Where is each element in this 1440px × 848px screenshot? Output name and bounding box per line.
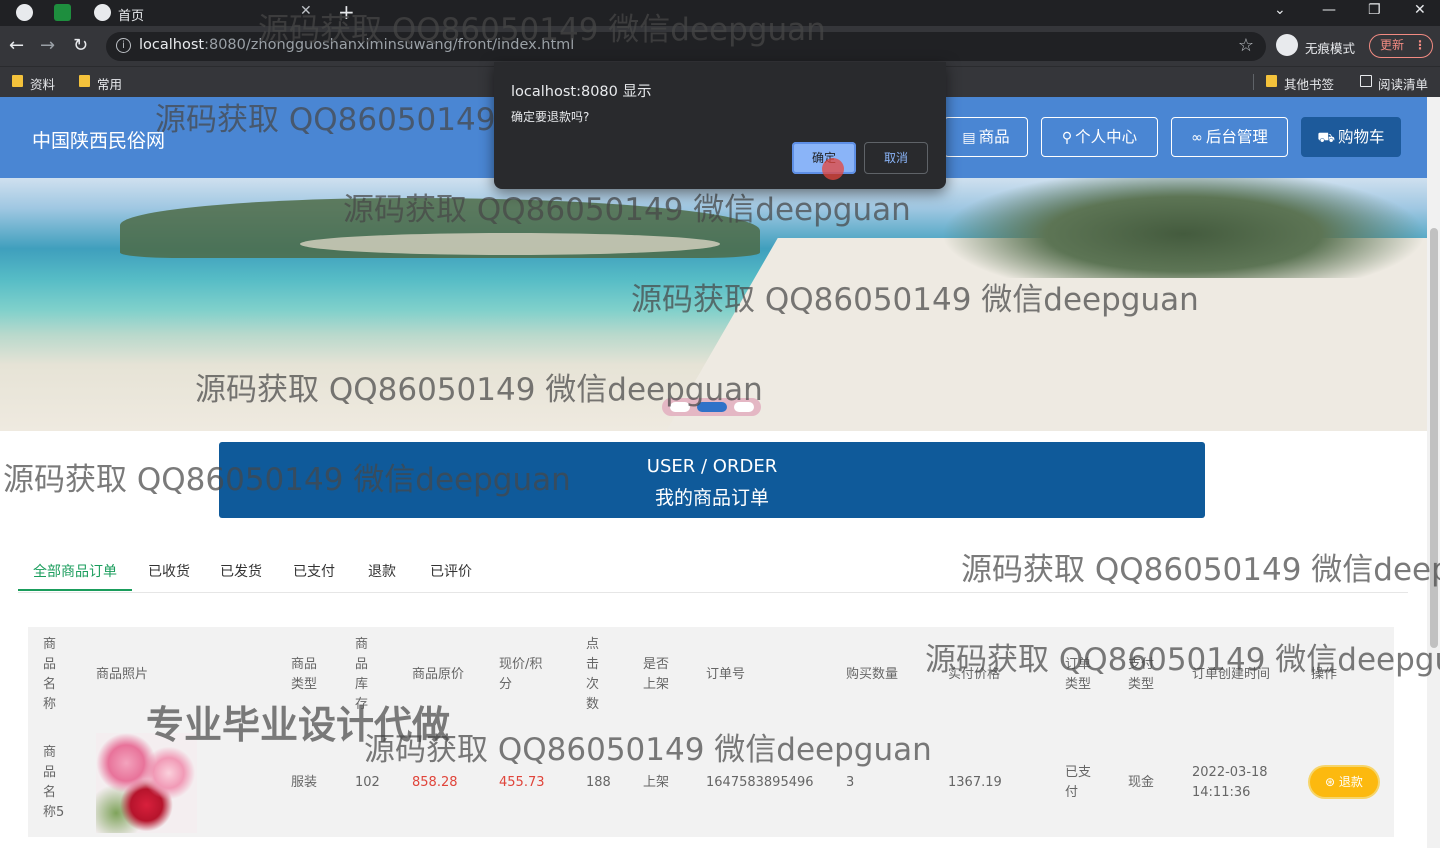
cell-stock: 102	[355, 775, 380, 790]
th-created: 订单创建时间	[1192, 667, 1271, 682]
cell-paid: 1367.19	[948, 775, 1002, 790]
refund-icon: ⊛	[1325, 775, 1339, 789]
reload-icon[interactable]: ↻	[73, 35, 88, 56]
address-bar[interactable]: i localhost:8080/zhongguoshanximinsuwang…	[106, 32, 1266, 61]
th-type: 商品类型	[291, 657, 318, 692]
cell-clicks: 188	[586, 775, 611, 790]
nav-admin-button[interactable]: ∞ 后台管理	[1171, 117, 1288, 157]
other-bookmarks[interactable]: 其他书签	[1266, 74, 1334, 93]
tab-search-icon[interactable]: ⌄	[1274, 2, 1286, 18]
order-section-banner: USER / ORDER 我的商品订单	[219, 442, 1205, 518]
browser-logo-icon[interactable]	[16, 4, 33, 21]
new-tab-icon[interactable]: +	[338, 0, 355, 24]
bookmark-folder[interactable]: 常用	[79, 74, 122, 93]
cell-order-type: 已支付	[1065, 765, 1092, 800]
banner-shore	[300, 233, 720, 255]
nav-goods-button[interactable]: ▤ 商品	[944, 117, 1028, 157]
th-order-no: 订单号	[706, 667, 746, 682]
th-photo: 商品照片	[96, 667, 149, 682]
url-text[interactable]: localhost:8080/zhongguoshanximinsuwang/f…	[139, 37, 574, 53]
forward-icon[interactable]: →	[40, 35, 55, 56]
th-name: 商品名称	[43, 637, 57, 712]
th-pay-type: 支付类型	[1128, 657, 1155, 692]
carousel-dot[interactable]	[734, 402, 754, 412]
tab-all-orders[interactable]: 全部商品订单	[33, 561, 117, 581]
cell-order-no: 1647583895496	[706, 775, 814, 790]
cell-on-shelf: 上架	[643, 775, 670, 790]
tab-close-icon[interactable]: ✕	[300, 3, 312, 19]
carousel-dot[interactable]	[670, 402, 690, 412]
dialog-title: localhost:8080 显示	[511, 84, 652, 100]
dialog-message: 确定要退款吗?	[511, 110, 590, 124]
carousel-indicator	[662, 398, 761, 416]
link-icon: ∞	[1191, 130, 1203, 146]
th-paid: 实付价格	[948, 667, 1001, 682]
bookmark-folder[interactable]: 资料	[12, 74, 55, 93]
th-action: 操作	[1311, 667, 1338, 682]
cart-icon: ⛟	[1317, 130, 1336, 146]
tab-shipped[interactable]: 已发货	[220, 561, 262, 581]
page-scrollbar-thumb[interactable]	[1430, 228, 1438, 648]
th-price: 现价/积分	[499, 657, 543, 692]
browser-toolbar: ← → ↻ i localhost:8080/zhongguoshanximin…	[0, 26, 1440, 66]
cell-quantity: 3	[846, 775, 855, 790]
bookmark-star-icon[interactable]: ☆	[1238, 35, 1254, 56]
dialog-cancel-button[interactable]: 取消	[864, 142, 928, 174]
confirm-dialog: localhost:8080 显示 确定要退款吗? 确定 取消	[494, 62, 946, 189]
refund-button[interactable]: ⊛ 退款	[1310, 767, 1378, 797]
incognito-label: 无痕模式	[1305, 41, 1356, 56]
cell-price: 455.73	[499, 775, 545, 790]
minimize-icon[interactable]: —	[1322, 2, 1336, 18]
tab-active-underline	[18, 589, 132, 591]
cell-type: 服装	[291, 775, 318, 790]
banner-palms	[940, 178, 1427, 278]
th-original-price: 商品原价	[412, 667, 465, 682]
update-button[interactable]: 更新 ⋮	[1369, 34, 1433, 58]
incognito-icon	[1276, 34, 1298, 56]
user-icon: ⚲	[1061, 130, 1073, 146]
tab-title[interactable]: 首页	[118, 5, 144, 24]
nav-user-center-button[interactable]: ⚲ 个人中心	[1041, 117, 1158, 157]
restore-icon[interactable]: ❐	[1368, 2, 1381, 18]
carousel-dot-active[interactable]	[697, 402, 727, 412]
tab-received[interactable]: 已收货	[148, 561, 190, 581]
site-title[interactable]: 中国陕西民俗网	[32, 126, 165, 153]
order-banner-cn: 我的商品订单	[654, 487, 769, 509]
bookmarks-separator	[1253, 74, 1254, 90]
back-icon[interactable]: ←	[9, 35, 24, 56]
browser-tabbar: 首页 ✕ + ⌄ — ❐ ✕	[0, 0, 1440, 26]
menu-dots-icon[interactable]: ⋮	[1414, 35, 1426, 56]
th-order-type: 订单类型	[1065, 657, 1092, 692]
tab-paid[interactable]: 已支付	[293, 561, 335, 581]
tab-refund[interactable]: 退款	[368, 561, 396, 581]
cell-pay-type: 现金	[1128, 775, 1155, 790]
watermark-big: 专业毕业设计代做	[146, 703, 451, 747]
cell-original-price: 858.28	[412, 775, 458, 790]
cell-created-time: 14:11:36	[1192, 785, 1251, 800]
th-clicks: 点击次数	[586, 637, 600, 712]
mouse-cursor-icon	[822, 158, 844, 180]
banner-carousel[interactable]	[0, 178, 1427, 431]
close-window-icon[interactable]: ✕	[1414, 2, 1426, 18]
cell-created-date: 2022-03-18	[1192, 765, 1268, 780]
globe-icon	[94, 4, 111, 21]
sheets-tab-icon[interactable]	[54, 4, 71, 21]
reading-list[interactable]: 阅读清单	[1360, 74, 1428, 93]
nav-cart-button[interactable]: ⛟ 购物车	[1301, 117, 1401, 157]
cell-name: 商品名称5	[43, 745, 65, 820]
th-quantity: 购买数量	[846, 667, 899, 682]
order-banner-en: USER / ORDER	[646, 456, 778, 477]
order-tabs: 全部商品订单 已收货 已发货 已支付 退款 已评价	[18, 552, 1408, 593]
tab-reviewed[interactable]: 已评价	[430, 561, 472, 581]
th-on-shelf: 是否上架	[643, 657, 670, 692]
site-info-icon[interactable]: i	[116, 38, 131, 53]
goods-icon: ▤	[962, 130, 976, 146]
